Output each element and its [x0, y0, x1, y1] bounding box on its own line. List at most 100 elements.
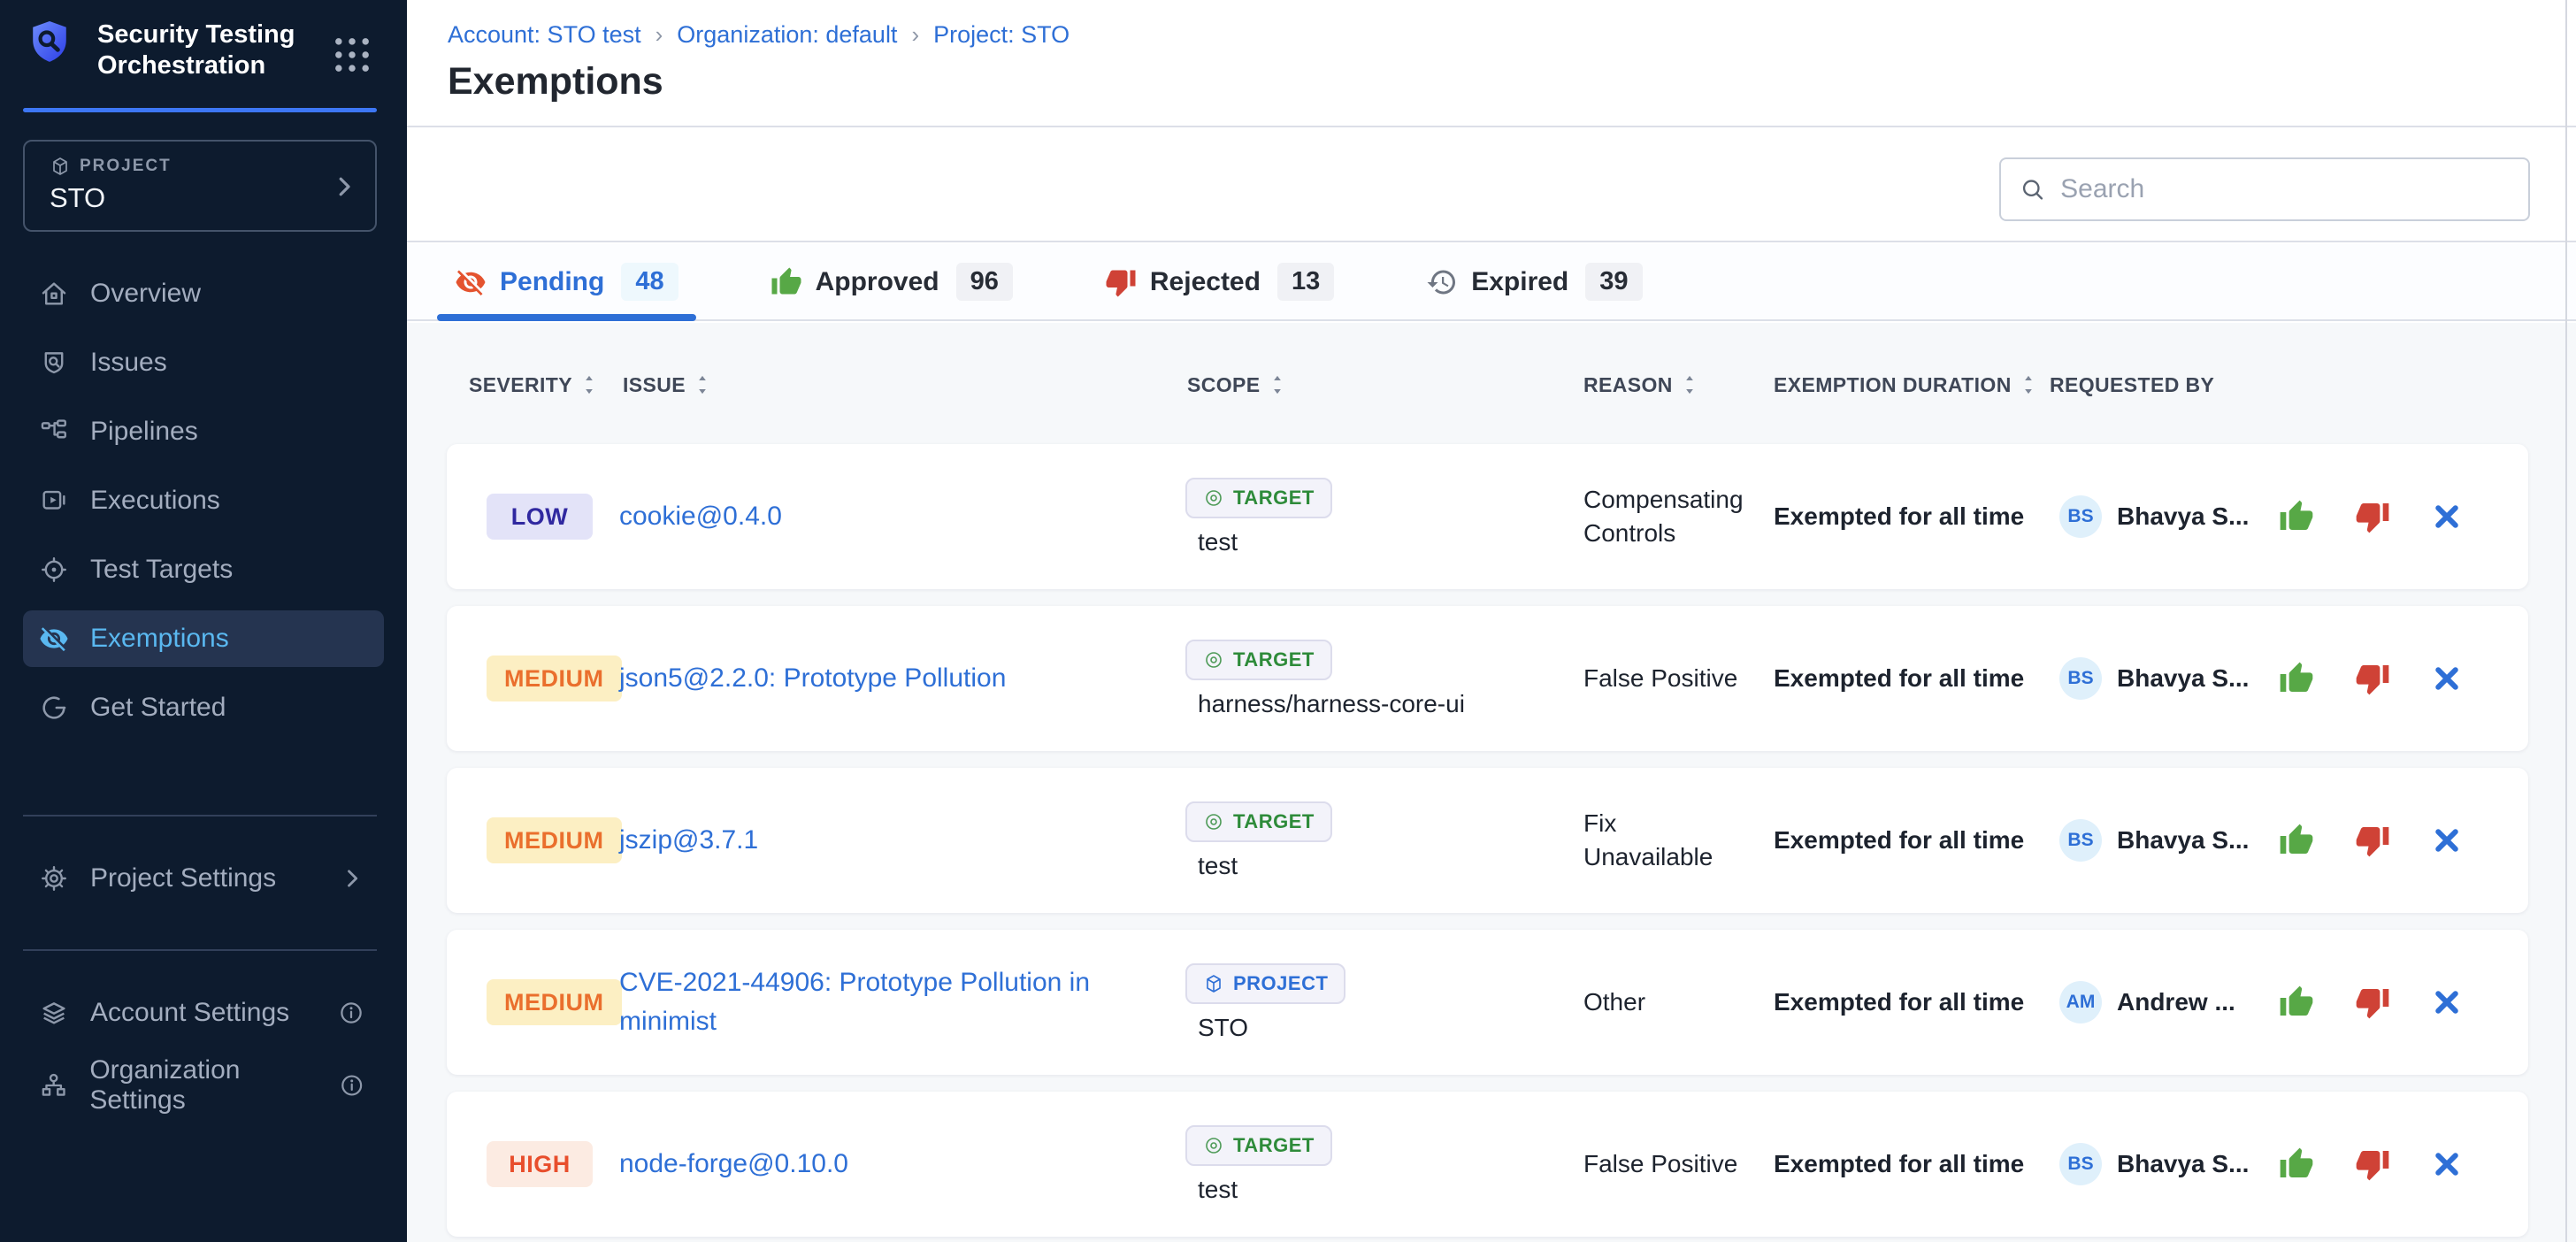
reject-button[interactable] [2355, 823, 2390, 858]
sidebar-item-label: Organization Settings [89, 1055, 338, 1116]
cube-icon [50, 156, 71, 177]
tab-count-badge: 96 [956, 263, 1013, 301]
shield-search-icon [39, 348, 69, 378]
scope-badge: TARGET [1185, 1125, 1332, 1166]
tab-count-badge: 39 [1585, 263, 1642, 301]
reason: Compensating Controls [1583, 483, 1769, 550]
sort-icon[interactable] [1680, 373, 1699, 396]
cancel-request-icon[interactable] [2431, 824, 2463, 856]
tab-label: Pending [500, 267, 604, 297]
sidebar-item-exemptions[interactable]: Exemptions [23, 610, 384, 667]
column-header-scope[interactable]: SCOPE [1185, 373, 1583, 397]
page-title: Exemptions [448, 60, 663, 104]
approve-button[interactable] [2279, 1146, 2314, 1182]
scrollbar[interactable] [2565, 0, 2567, 1242]
sidebar-item-label: Get Started [90, 693, 226, 723]
sidebar-item-organization-settings[interactable]: Organization Settings [23, 1057, 377, 1114]
tab-label: Expired [1471, 267, 1568, 297]
eye-off-icon [39, 624, 69, 654]
thumb-up-icon [770, 266, 802, 298]
target-icon [1203, 649, 1224, 671]
sidebar-item-label: Account Settings [90, 998, 289, 1028]
table-row: MEDIUM jszip@3.7.1 TARGET test Fix Unava… [447, 768, 2528, 913]
sort-icon[interactable] [579, 373, 599, 396]
sidebar-item-label: Pipelines [90, 417, 198, 447]
active-tab-indicator [437, 314, 696, 321]
module-grid-icon[interactable] [327, 30, 377, 80]
tab-approved[interactable]: Approved 96 [763, 244, 1020, 319]
cancel-request-icon[interactable] [2431, 986, 2463, 1018]
project-selector[interactable]: PROJECT STO [23, 140, 377, 232]
cancel-request-icon[interactable] [2431, 663, 2463, 694]
column-header-exemption-duration[interactable]: EXEMPTION DURATION [1769, 373, 2043, 397]
breadcrumb-project[interactable]: Project: STO [933, 21, 1070, 49]
exemptions-table: SEVERITY ISSUE SCOPE REASON EXEMPTION DU… [407, 323, 2576, 1242]
sort-icon[interactable] [693, 373, 712, 396]
breadcrumb-separator: › [911, 21, 919, 49]
info-icon [339, 1072, 364, 1099]
sidebar-item-label: Issues [90, 348, 167, 378]
exemption-duration: Exempted for all time [1769, 1150, 2043, 1178]
avatar: BS [2059, 1143, 2102, 1185]
cube-icon [1203, 973, 1224, 994]
requester-name: Bhavya S... [2117, 826, 2249, 855]
issue-link[interactable]: node-forge@0.10.0 [619, 1145, 848, 1184]
sidebar-menu: Overview Issues Pipelines Exe [23, 265, 384, 748]
severity-badge: HIGH [487, 1141, 593, 1187]
issue-link[interactable]: CVE-2021-44906: Prototype Pollution in m… [619, 963, 1150, 1041]
scope-badge: TARGET [1185, 478, 1332, 518]
cancel-request-icon[interactable] [2431, 501, 2463, 533]
issue-link[interactable]: jszip@3.7.1 [619, 821, 758, 860]
tab-label: Approved [816, 267, 939, 297]
sidebar-divider [23, 949, 377, 951]
issue-link[interactable]: cookie@0.4.0 [619, 497, 782, 536]
sort-icon[interactable] [2019, 373, 2038, 396]
approve-button[interactable] [2279, 985, 2314, 1020]
play-box-icon [39, 486, 69, 516]
app-title: Security Testing Orchestration [97, 19, 318, 81]
reject-button[interactable] [2355, 499, 2390, 534]
sidebar-item-label: Project Settings [90, 863, 276, 893]
search-input[interactable] [2060, 174, 2511, 204]
avatar: BS [2059, 657, 2102, 700]
sidebar-item-account-settings[interactable]: Account Settings [23, 985, 377, 1041]
cancel-request-icon[interactable] [2431, 1148, 2463, 1180]
scope-badge: PROJECT [1185, 963, 1346, 1004]
sidebar-item-executions[interactable]: Executions [23, 472, 384, 529]
page-header: Account: STO test › Organization: defaul… [407, 0, 2576, 127]
sort-icon[interactable] [1268, 373, 1287, 396]
sidebar-divider [23, 815, 377, 816]
sidebar-item-issues[interactable]: Issues [23, 334, 384, 391]
exemption-duration: Exempted for all time [1769, 988, 2043, 1016]
column-header-severity[interactable]: SEVERITY [447, 373, 602, 397]
tab-pending[interactable]: Pending 48 [448, 244, 686, 319]
pipeline-icon [39, 417, 69, 447]
sidebar-item-project-settings[interactable]: Project Settings [23, 850, 377, 907]
approve-button[interactable] [2279, 823, 2314, 858]
reason: False Positive [1583, 1147, 1769, 1181]
sidebar-item-label: Exemptions [90, 624, 229, 654]
reason: Fix Unavailable [1583, 807, 1769, 874]
issue-link[interactable]: json5@2.2.0: Prototype Pollution [619, 659, 1006, 698]
gear-icon [39, 863, 69, 893]
reject-button[interactable] [2355, 1146, 2390, 1182]
sidebar-item-overview[interactable]: Overview [23, 265, 384, 322]
scope-name: test [1185, 528, 1238, 556]
reject-button[interactable] [2355, 661, 2390, 696]
sidebar-item-test-targets[interactable]: Test Targets [23, 541, 384, 598]
tab-expired[interactable]: Expired 39 [1419, 244, 1649, 319]
breadcrumb-organization[interactable]: Organization: default [677, 21, 897, 49]
tab-rejected[interactable]: Rejected 13 [1098, 244, 1341, 319]
column-header-requested-by: REQUESTED BY [2043, 373, 2265, 397]
approve-button[interactable] [2279, 661, 2314, 696]
approve-button[interactable] [2279, 499, 2314, 534]
severity-badge: LOW [487, 494, 593, 540]
column-header-issue[interactable]: ISSUE [602, 373, 1185, 397]
chevron-right-icon [331, 173, 357, 200]
sidebar-item-pipelines[interactable]: Pipelines [23, 403, 384, 460]
column-header-reason[interactable]: REASON [1583, 373, 1769, 397]
sidebar-item-get-started[interactable]: Get Started [23, 679, 384, 736]
reject-button[interactable] [2355, 985, 2390, 1020]
breadcrumb-account[interactable]: Account: STO test [448, 21, 641, 49]
eye-off-icon [455, 266, 487, 298]
